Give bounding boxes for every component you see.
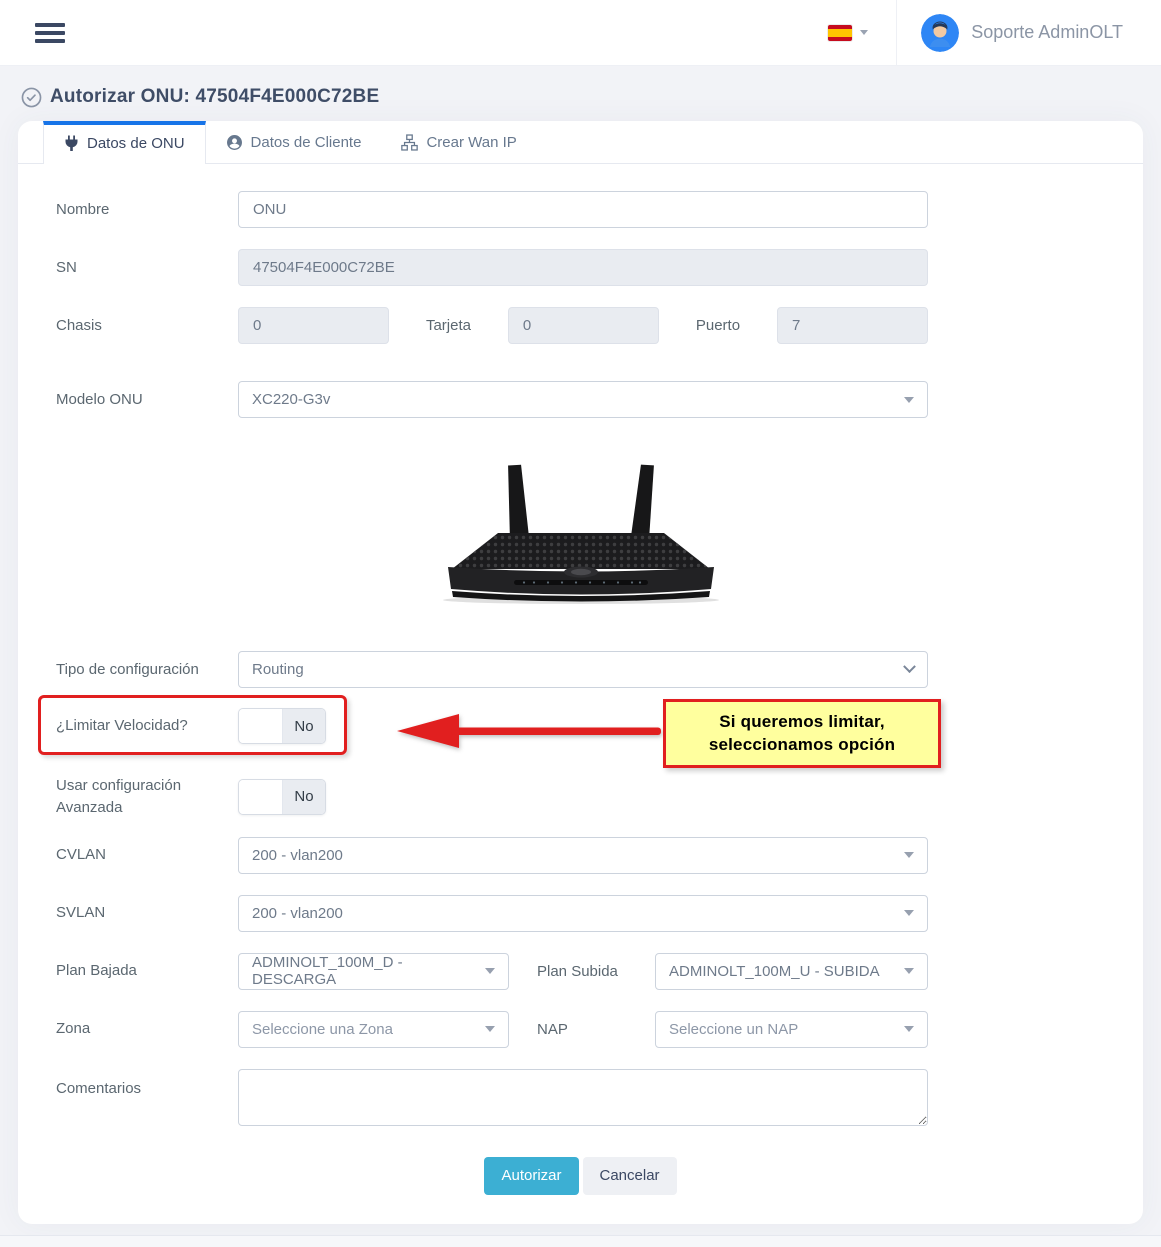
caret-down-icon	[904, 910, 914, 916]
plug-icon	[64, 135, 79, 152]
cvlan-label: CVLAN	[56, 844, 238, 866]
zona-select[interactable]: Seleccione una Zona	[238, 1011, 509, 1048]
red-arrow-annotation	[395, 710, 663, 752]
footer-strip	[0, 1235, 1161, 1247]
nombre-field-row: Nombre	[56, 191, 1105, 228]
caret-down-icon	[904, 852, 914, 858]
config-avanzada-row: Usar configuración Avanzada No	[56, 775, 1105, 819]
modelo-onu-label: Modelo ONU	[56, 389, 238, 411]
limitar-velocidad-label: ¿Limitar Velocidad?	[56, 715, 238, 737]
sn-label: SN	[56, 257, 238, 279]
config-avanzada-toggle[interactable]: No	[238, 779, 326, 815]
autorizar-button[interactable]: Autorizar	[484, 1157, 578, 1195]
user-menu[interactable]: Soporte AdminOLT	[897, 14, 1123, 52]
svlan-label: SVLAN	[56, 902, 238, 924]
tab-crear-wan-ip[interactable]: Crear Wan IP	[381, 121, 536, 163]
nombre-label: Nombre	[56, 199, 238, 221]
sn-field-row: SN	[56, 249, 1105, 286]
zona-nap-row: Zona Seleccione una Zona NAP Seleccione …	[56, 1011, 1105, 1048]
puerto-input	[777, 307, 928, 344]
form-card: Datos de ONU Datos de Cliente Crear Wan …	[18, 121, 1143, 1224]
caret-down-icon	[904, 1026, 914, 1032]
toggle-handle	[239, 780, 283, 814]
comentarios-row: Comentarios	[56, 1069, 1105, 1131]
spain-flag-icon	[828, 25, 852, 41]
toggle-handle	[239, 709, 283, 743]
chasis-label: Chasis	[56, 315, 238, 337]
hamburger-menu-button[interactable]	[35, 19, 65, 47]
caret-down-icon	[904, 397, 914, 403]
chevron-down-icon	[903, 660, 916, 673]
comentarios-textarea[interactable]	[238, 1069, 928, 1126]
zona-label: Zona	[56, 1018, 238, 1040]
tab-bar: Datos de ONU Datos de Cliente Crear Wan …	[18, 121, 1143, 164]
sn-input	[238, 249, 928, 286]
limitar-velocidad-row: ¿Limitar Velocidad? No Si queremos limit…	[56, 708, 1105, 744]
annotation-note: Si queremos limitar, seleccionamos opció…	[663, 699, 941, 768]
page-title: Autorizar ONU: 47504F4E000C72BE	[50, 86, 379, 108]
plan-subida-label: Plan Subida	[537, 963, 625, 980]
caret-down-icon	[485, 1026, 495, 1032]
user-name: Soporte AdminOLT	[971, 22, 1123, 43]
user-icon	[226, 134, 243, 151]
limitar-velocidad-toggle[interactable]: No	[238, 708, 326, 744]
plan-subida-select[interactable]: ADMINOLT_100M_U - SUBIDA	[655, 953, 928, 990]
tab-datos-onu[interactable]: Datos de ONU	[43, 121, 206, 164]
chasis-input	[238, 307, 389, 344]
caret-down-icon	[904, 968, 914, 974]
usar-configuracion-avanzada-label: Usar configuración Avanzada	[56, 775, 238, 819]
nombre-input[interactable]	[238, 191, 928, 228]
modelo-onu-select[interactable]: XC220-G3v	[238, 381, 928, 418]
nap-select[interactable]: Seleccione un NAP	[655, 1011, 928, 1048]
caret-down-icon	[485, 968, 495, 974]
tarjeta-input	[508, 307, 659, 344]
cancelar-button[interactable]: Cancelar	[583, 1157, 677, 1195]
svlan-select[interactable]: 200 - vlan200	[238, 895, 928, 932]
plan-bajada-label: Plan Bajada	[56, 960, 238, 982]
svlan-field-row: SVLAN 200 - vlan200	[56, 895, 1105, 932]
cvlan-field-row: CVLAN 200 - vlan200	[56, 837, 1105, 874]
tipo-configuracion-select[interactable]: Routing	[238, 651, 928, 688]
sitemap-icon	[401, 134, 418, 151]
language-selector[interactable]	[800, 25, 896, 41]
main-content: Autorizar ONU: 47504F4E000C72BE Datos de…	[0, 66, 1161, 1235]
chasis-field-row: Chasis Tarjeta Puerto	[56, 307, 1105, 344]
check-circle-icon	[21, 87, 42, 108]
avatar	[921, 14, 959, 52]
top-header: Soporte AdminOLT	[0, 0, 1161, 66]
tab-datos-cliente[interactable]: Datos de Cliente	[206, 121, 382, 163]
planes-row: Plan Bajada ADMINOLT_100M_D - DESCARGA P…	[56, 953, 1105, 990]
tipo-configuracion-label: Tipo de configuración	[56, 659, 238, 681]
plan-bajada-select[interactable]: ADMINOLT_100M_D - DESCARGA	[238, 953, 509, 990]
tipo-config-field-row: Tipo de configuración Routing	[56, 651, 1105, 688]
modelo-field-row: Modelo ONU XC220-G3v	[56, 381, 1105, 418]
cvlan-select[interactable]: 200 - vlan200	[238, 837, 928, 874]
onu-product-image	[56, 457, 1105, 605]
toggle-state-label: No	[283, 780, 325, 814]
nap-label: NAP	[537, 1021, 625, 1038]
comentarios-label: Comentarios	[56, 1069, 238, 1100]
puerto-label: Puerto	[696, 317, 740, 334]
caret-down-icon	[860, 30, 868, 35]
toggle-state-label: No	[283, 709, 325, 743]
tarjeta-label: Tarjeta	[426, 317, 471, 334]
